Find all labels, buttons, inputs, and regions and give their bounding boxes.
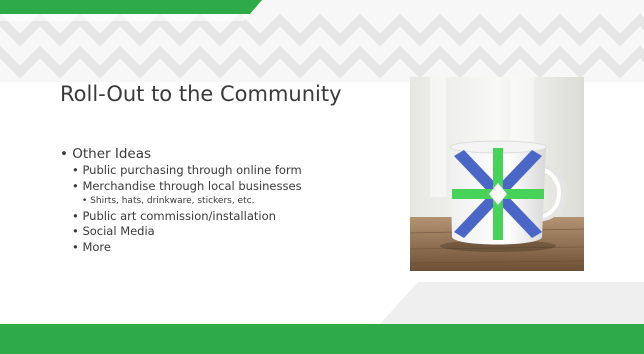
bullet-item: • Merchandise through local businesses — [72, 178, 302, 193]
mug-photo — [410, 77, 584, 271]
bullet-item: • Social Media — [72, 224, 155, 239]
bullet-item: • Public art commission/installation — [72, 208, 276, 223]
slide: Roll-Out to the Community • Other Ideas … — [0, 0, 644, 354]
slide-title: Roll-Out to the Community — [60, 82, 342, 106]
star-logo — [452, 148, 544, 240]
bullet-item: • More — [72, 240, 111, 255]
bullet-item: • Other Ideas — [60, 146, 152, 162]
footer-green-bar — [0, 324, 644, 354]
bullet-list: • Other Ideas • Public purchasing throug… — [60, 146, 400, 256]
bullet-item: • Public purchasing through online form — [72, 163, 302, 177]
bullet-item: • Shirts, hats, drinkware, stickers, etc… — [82, 195, 255, 206]
